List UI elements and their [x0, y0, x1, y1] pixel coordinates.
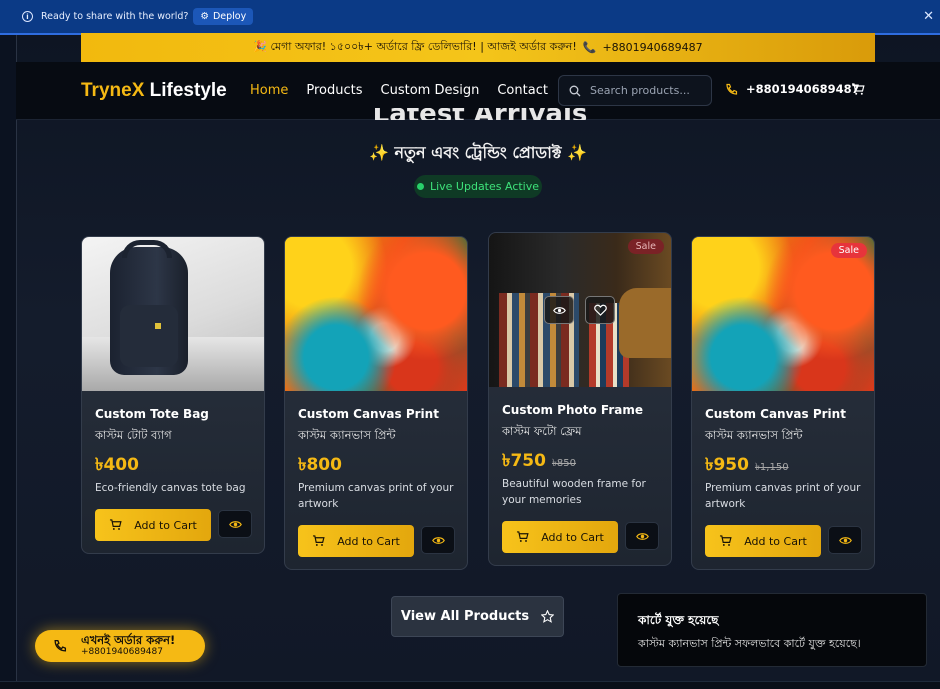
eye-icon	[431, 536, 445, 544]
add-to-cart-label: Add to Cart	[744, 534, 807, 548]
product-price: ৳800	[298, 455, 342, 475]
main-nav: Home Products Custom Design Contact	[250, 83, 566, 98]
view-all-label: View All Products	[400, 609, 530, 624]
quick-view-button[interactable]	[544, 296, 574, 324]
product-description: Beautiful wooden frame for your memories	[502, 478, 646, 506]
header-phone[interactable]: +8801940689487	[725, 82, 860, 96]
star-icon	[541, 610, 555, 623]
order-now-phone: +8801940689487	[81, 647, 163, 657]
quick-view-button[interactable]	[421, 526, 455, 554]
section-title: Latest Arrivals	[340, 108, 620, 120]
product-description: Eco-friendly canvas tote bag	[95, 482, 246, 494]
old-price: ৳1,150	[754, 462, 789, 473]
product-description: Premium canvas print of your artwork	[298, 482, 454, 510]
deploy-icon: ⚙	[200, 11, 209, 22]
eye-icon	[228, 520, 242, 528]
search-icon	[569, 85, 581, 96]
phone-icon	[54, 639, 67, 652]
nav-products[interactable]: Products	[306, 83, 362, 98]
logo-rest: Lifestyle	[149, 80, 227, 101]
toast-title: কার্টে যুক্ত হয়েছে	[638, 613, 719, 627]
product-name[interactable]: Custom Canvas Print	[705, 407, 846, 421]
promo-text: 🎉 মেগা অফার! ১৫০০৳+ অর্ডারে ফ্রি ডেলিভার…	[253, 40, 577, 53]
nav-contact[interactable]: Contact	[497, 83, 548, 98]
cart-icon	[517, 531, 529, 542]
heart-icon	[593, 304, 607, 316]
quick-view-button[interactable]	[828, 526, 862, 554]
cart-icon	[313, 535, 325, 546]
product-description: Premium canvas print of your artwork	[705, 482, 861, 510]
product-card[interactable]: Custom Tote Bag কাস্টম টোট ব্যাগ ৳400 Ec…	[81, 236, 265, 554]
product-image-photo-frame[interactable]: Sale	[489, 233, 671, 387]
product-image-canvas[interactable]: Sale	[692, 237, 874, 391]
quick-view-button[interactable]	[218, 510, 252, 538]
add-to-cart-label: Add to Cart	[541, 530, 604, 544]
sale-badge: Sale	[830, 243, 867, 258]
view-all-products-button[interactable]: View All Products	[391, 596, 564, 637]
cart-icon[interactable]	[851, 83, 865, 96]
logo[interactable]: TryneX Lifestyle	[81, 80, 227, 102]
eye-icon	[552, 306, 566, 314]
product-image-canvas[interactable]	[285, 237, 467, 391]
search-input[interactable]: Search products...	[558, 75, 712, 106]
close-icon[interactable]: ✕	[923, 9, 934, 24]
section-subtitle: ✨ নতুন এবং ট্রেন্ডিং প্রোডাক্ট ✨	[368, 143, 587, 162]
header-phone-number: +8801940689487	[746, 82, 860, 96]
deploy-bar: i Ready to share with the world? ⚙ Deplo…	[0, 0, 940, 35]
product-price: ৳750 ৳850	[502, 451, 577, 471]
product-card[interactable]: Sale Custom Photo Frame কাস্টম ফটো ফ্রেম…	[488, 232, 672, 566]
deploy-button[interactable]: ⚙ Deploy	[193, 8, 254, 25]
product-price: ৳950 ৳1,150	[705, 455, 789, 475]
old-price: ৳850	[551, 458, 577, 469]
product-name-bn: কাস্টম টোট ব্যাগ	[95, 428, 172, 442]
product-name-bn: কাস্টম ক্যানভাস প্রিন্ট	[298, 428, 396, 442]
product-image-backpack[interactable]	[82, 237, 264, 391]
live-dot	[416, 183, 424, 190]
live-label: Live Updates Active	[429, 180, 540, 193]
product-card[interactable]: Sale Custom Canvas Print কাস্টম ক্যানভাস…	[691, 236, 875, 570]
promo-banner: 🎉 মেগা অফার! ১৫০০৳+ অর্ডারে ফ্রি ডেলিভার…	[81, 33, 875, 62]
phone-icon: 📞	[582, 41, 597, 54]
order-now-button[interactable]: এখনই অর্ডার করুন! +8801940689487	[35, 630, 205, 662]
add-to-cart-label: Add to Cart	[337, 534, 400, 548]
cart-icon	[720, 535, 732, 546]
search-placeholder: Search products...	[590, 84, 690, 97]
product-card[interactable]: Custom Canvas Print কাস্টম ক্যানভাস প্রি…	[284, 236, 468, 570]
deploy-label: Deploy	[212, 11, 247, 22]
bottom-edge	[0, 681, 940, 689]
cart-icon	[110, 519, 122, 530]
product-name-bn: কাস্টম ফটো ফ্রেম	[502, 424, 582, 438]
toast-body: কাস্টম ক্যানভাস প্রিন্ট সফলভাবে কার্টে য…	[638, 637, 861, 650]
quick-view-button[interactable]	[625, 522, 659, 550]
product-price: ৳400	[95, 455, 139, 475]
order-now-label: এখনই অর্ডার করুন!	[81, 633, 176, 647]
add-to-cart-button[interactable]: Add to Cart	[298, 525, 414, 557]
wishlist-button[interactable]	[585, 296, 615, 324]
phone-icon	[726, 83, 738, 95]
live-badge: Live Updates Active	[414, 175, 542, 198]
deploy-message: Ready to share with the world?	[41, 11, 189, 22]
product-name-bn: কাস্টম ক্যানভাস প্রিন্ট	[705, 428, 803, 442]
info-icon: i	[22, 11, 33, 22]
add-to-cart-button[interactable]: Add to Cart	[502, 521, 618, 553]
logo-accent: TryneX	[81, 80, 145, 101]
add-to-cart-button[interactable]: Add to Cart	[95, 509, 211, 541]
nav-custom-design[interactable]: Custom Design	[381, 83, 480, 98]
cart-toast: কার্টে যুক্ত হয়েছে কাস্টম ক্যানভাস প্রি…	[617, 593, 927, 667]
eye-icon	[838, 536, 852, 544]
product-name[interactable]: Custom Tote Bag	[95, 407, 209, 421]
nav-home[interactable]: Home	[250, 83, 288, 98]
add-to-cart-button[interactable]: Add to Cart	[705, 525, 821, 557]
product-name[interactable]: Custom Photo Frame	[502, 403, 643, 417]
product-name[interactable]: Custom Canvas Print	[298, 407, 439, 421]
promo-phone: +8801940689487	[602, 41, 703, 54]
sale-badge: Sale	[627, 239, 664, 254]
add-to-cart-label: Add to Cart	[134, 518, 197, 532]
eye-icon	[635, 532, 649, 540]
